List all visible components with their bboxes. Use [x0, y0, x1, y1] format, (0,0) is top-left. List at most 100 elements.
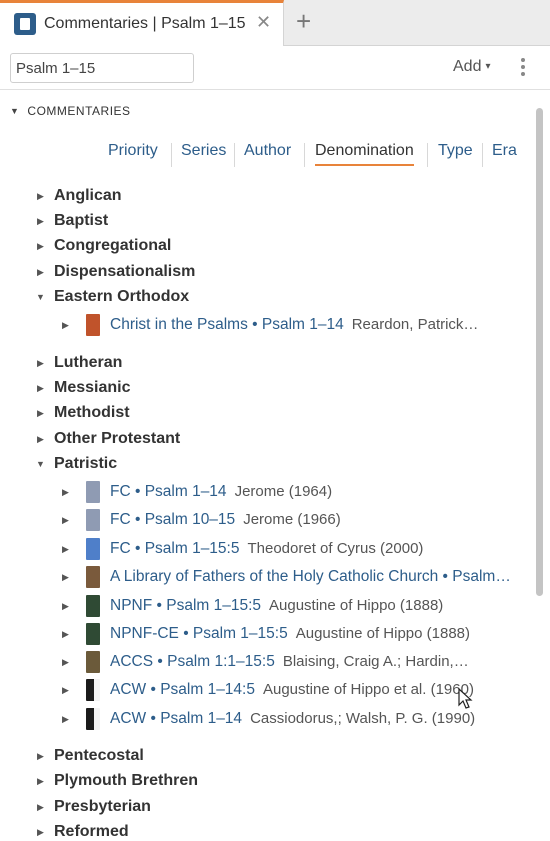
group-label: Baptist	[54, 212, 109, 229]
book-cover-icon	[86, 623, 100, 645]
group-label: Methodist	[54, 404, 130, 421]
book-cover-icon	[86, 708, 100, 730]
group-label: Presbyterian	[54, 798, 151, 815]
list-item[interactable]: ▶ FC • Psalm 1–15:5 Theodoret of Cyrus (2…	[0, 538, 530, 562]
expand-arrow-icon: ▶	[37, 383, 44, 393]
expand-arrow-icon: ▶	[62, 515, 69, 525]
tab-title: Commentaries | Psalm 1–15	[44, 15, 246, 32]
author-text: Reardon, Patrick…	[351, 316, 479, 333]
expand-arrow-icon: ▶	[37, 358, 44, 368]
collapse-icon: ▼	[10, 106, 20, 116]
expand-arrow-icon: ▶	[37, 827, 44, 837]
expand-arrow-icon: ▶	[62, 657, 69, 667]
expand-arrow-icon: ▶	[62, 714, 69, 724]
toolbar: Add▾	[0, 46, 550, 90]
resource-link[interactable]: FC • Psalm 1–14 Jerome (1964)	[110, 483, 332, 501]
reference-input[interactable]	[10, 53, 194, 83]
divider	[304, 143, 305, 167]
group-label: Congregational	[54, 237, 172, 254]
collapse-arrow-icon: ▼	[36, 459, 45, 469]
book-cover-icon	[86, 566, 100, 588]
list-item[interactable]: ▶ ACW • Psalm 1–14:5 Augustine of Hippo e…	[0, 679, 530, 703]
expand-arrow-icon: ▶	[37, 776, 44, 786]
tab-type[interactable]: Type	[438, 142, 473, 160]
group-label: Patristic	[54, 455, 118, 472]
author-text: Augustine of Hippo (1888)	[295, 625, 470, 642]
list-item[interactable]: ▶ ACCS • Psalm 1:1–15:5 Blaising, Craig A…	[0, 651, 530, 675]
divider	[171, 143, 172, 167]
add-button-label: Add	[453, 58, 482, 75]
list-item[interactable]: ▶ Christ in the Psalms • Psalm 1–14 Reard…	[0, 314, 530, 338]
book-cover-icon	[86, 538, 100, 560]
expand-arrow-icon: ▶	[37, 267, 44, 277]
expand-arrow-icon: ▶	[62, 601, 69, 611]
expand-arrow-icon: ▶	[62, 572, 69, 582]
tab-author[interactable]: Author	[244, 142, 291, 160]
tab-era[interactable]: Era	[492, 142, 517, 160]
tab-priority[interactable]: Priority	[108, 142, 158, 160]
expand-arrow-icon: ▶	[62, 685, 69, 695]
author-text: Jerome (1966)	[243, 511, 341, 528]
tab-denomination[interactable]: Denomination	[315, 142, 414, 166]
group-label: Other Protestant	[54, 430, 181, 447]
more-options-icon[interactable]	[516, 56, 530, 80]
tab-series[interactable]: Series	[181, 142, 226, 160]
expand-arrow-icon: ▶	[62, 320, 69, 330]
expand-arrow-icon: ▶	[62, 544, 69, 554]
divider	[482, 143, 483, 167]
section-title: COMMENTARIES	[27, 104, 131, 118]
group-label: Anglican	[54, 187, 122, 204]
resource-link[interactable]: FC • Psalm 10–15 Jerome (1966)	[110, 511, 341, 529]
scrollbar-thumb[interactable]	[536, 108, 543, 596]
author-text: Blaising, Craig A.; Hardin,…	[282, 653, 469, 670]
group-label: Reformed	[54, 823, 129, 840]
divider	[427, 143, 428, 167]
tab-bar: Commentaries | Psalm 1–15 ✕ +	[0, 0, 550, 46]
close-icon[interactable]: ✕	[256, 13, 271, 31]
expand-arrow-icon: ▶	[62, 629, 69, 639]
resource-link[interactable]: ACCS • Psalm 1:1–15:5 Blaising, Craig A.;…	[110, 653, 469, 671]
expand-arrow-icon: ▶	[37, 191, 44, 201]
resource-link[interactable]: NPNF-CE • Psalm 1–15:5 Augustine of Hippo…	[110, 625, 470, 643]
resource-link[interactable]: Christ in the Psalms • Psalm 1–14 Reardon…	[110, 316, 478, 334]
author-text: Jerome (1964)	[234, 483, 333, 500]
expand-arrow-icon: ▶	[37, 434, 44, 444]
book-cover-icon	[86, 481, 100, 503]
book-cover-icon	[86, 679, 100, 701]
expand-arrow-icon: ▶	[37, 751, 44, 761]
commentary-icon	[14, 13, 36, 35]
group-label: Pentecostal	[54, 747, 144, 764]
expand-arrow-icon: ▶	[37, 408, 44, 418]
section-header-commentaries[interactable]: ▼ COMMENTARIES	[10, 104, 131, 118]
group-label: Lutheran	[54, 354, 123, 371]
collapse-arrow-icon: ▼	[36, 292, 45, 302]
resource-link[interactable]: ACW • Psalm 1–14:5 Augustine of Hippo et …	[110, 681, 474, 699]
list-item[interactable]: ▶ A Library of Fathers of the Holy Catho…	[0, 566, 530, 590]
list-item[interactable]: ▶ NPNF • Psalm 1–15:5 Augustine of Hippo …	[0, 595, 530, 619]
resource-link[interactable]: A Library of Fathers of the Holy Catholi…	[110, 568, 511, 586]
group-label: Plymouth Brethren	[54, 772, 199, 789]
book-cover-icon	[86, 651, 100, 673]
book-cover-icon	[86, 314, 100, 336]
book-cover-icon	[86, 595, 100, 617]
resource-link[interactable]: FC • Psalm 1–15:5 Theodoret of Cyrus (200…	[110, 540, 423, 558]
book-cover-icon	[86, 509, 100, 531]
author-text: Cassiodorus,; Walsh, P. G. (1990)	[250, 710, 476, 727]
list-item[interactable]: ▶ ACW • Psalm 1–14 Cassiodorus,; Walsh, P…	[0, 708, 530, 732]
list-item[interactable]: ▶ FC • Psalm 10–15 Jerome (1966)	[0, 509, 530, 533]
list-item[interactable]: ▶ FC • Psalm 1–14 Jerome (1964)	[0, 481, 530, 505]
add-button[interactable]: Add ▾	[453, 58, 491, 76]
add-tab-icon[interactable]: +	[296, 8, 311, 34]
group-label: Messianic	[54, 379, 131, 396]
expand-arrow-icon: ▶	[37, 802, 44, 812]
chevron-down-icon: ▾	[485, 61, 491, 72]
divider	[234, 143, 235, 167]
expand-arrow-icon: ▶	[62, 487, 69, 497]
list-item[interactable]: ▶ NPNF-CE • Psalm 1–15:5 Augustine of Hip…	[0, 623, 530, 647]
tab-commentaries[interactable]: Commentaries | Psalm 1–15 ✕	[0, 0, 284, 46]
group-label: Dispensationalism	[54, 263, 196, 280]
author-text: Theodoret of Cyrus (2000)	[247, 540, 424, 557]
resource-link[interactable]: NPNF • Psalm 1–15:5 Augustine of Hippo (1…	[110, 597, 443, 615]
resource-link[interactable]: ACW • Psalm 1–14 Cassiodorus,; Walsh, P. …	[110, 710, 475, 728]
mouse-cursor-icon	[458, 688, 473, 709]
